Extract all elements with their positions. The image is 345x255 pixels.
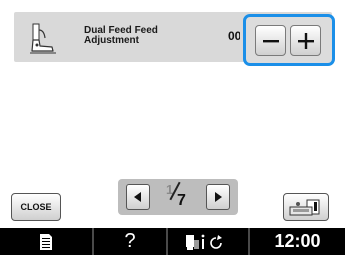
settings-screen: Dual Feed Feed Adjustment 00 CLOSE 1 7 ?…	[0, 0, 345, 255]
document-icon	[40, 233, 52, 250]
help-button[interactable]: ?	[94, 228, 166, 255]
presser-foot-icon	[26, 18, 64, 56]
embroidery-mode-button[interactable]	[283, 193, 329, 221]
setting-value: 00	[228, 29, 240, 43]
sensor-icon	[186, 234, 222, 250]
feed-adjust-group	[243, 14, 335, 66]
minus-icon	[262, 39, 279, 42]
embroidery-unit-icon	[289, 199, 320, 216]
close-button[interactable]: CLOSE	[11, 193, 61, 221]
document-button[interactable]	[0, 228, 92, 255]
setting-label: Dual Feed Feed Adjustment	[84, 25, 158, 46]
previous-page-button[interactable]	[126, 184, 150, 210]
plus-icon	[297, 32, 314, 49]
page-navigator: 1 7	[118, 179, 238, 215]
page-total: 7	[177, 192, 186, 209]
left-arrow-icon	[134, 192, 141, 202]
status-bar: ? 12:00	[0, 228, 345, 255]
sensor-status[interactable]	[168, 228, 248, 255]
clock: 12:00	[274, 231, 321, 251]
decrease-button[interactable]	[255, 25, 286, 56]
right-arrow-icon	[215, 192, 222, 202]
increase-button[interactable]	[290, 25, 321, 56]
next-page-button[interactable]	[206, 184, 230, 210]
page-indicator: 1 7	[156, 181, 200, 212]
